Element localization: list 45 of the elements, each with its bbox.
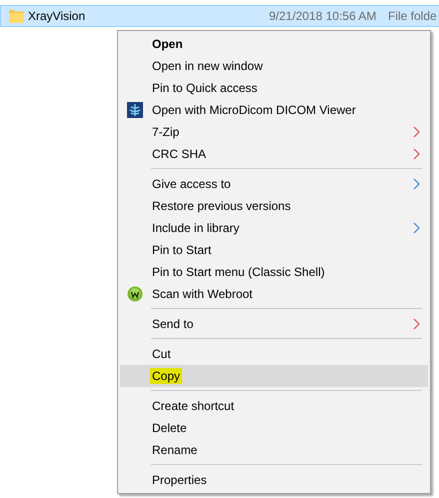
menu-item-label: Pin to Start — [152, 243, 212, 257]
menu-item-label: Copy — [150, 368, 182, 384]
menu-item-label: Open in new window — [152, 59, 263, 73]
menu-item-label: Properties — [152, 473, 207, 487]
menu-item[interactable]: CRC SHA — [120, 143, 428, 165]
menu-item[interactable]: Restore previous versions — [120, 195, 428, 217]
menu-item[interactable]: Send to — [120, 313, 428, 335]
menu-item[interactable]: Open in new window — [120, 55, 428, 77]
menu-item[interactable]: Delete — [120, 417, 428, 439]
menu-item-label: Open with MicroDicom DICOM Viewer — [152, 103, 356, 117]
menu-item[interactable]: Rename — [120, 439, 428, 461]
menu-item-label: Send to — [152, 317, 194, 331]
menu-item[interactable]: Create shortcut — [120, 395, 428, 417]
menu-item[interactable]: Pin to Start menu (Classic Shell) — [120, 261, 428, 283]
menu-item[interactable]: Pin to Quick access — [120, 77, 428, 99]
webroot-icon — [127, 286, 143, 302]
file-type: File folde — [388, 9, 437, 23]
menu-item[interactable]: Open with MicroDicom DICOM Viewer — [120, 99, 428, 121]
file-name: XrayVision — [28, 9, 86, 23]
menu-item-label: Delete — [152, 421, 187, 435]
menu-item-label: Create shortcut — [152, 399, 234, 413]
menu-item[interactable]: Give access to — [120, 173, 428, 195]
menu-item[interactable]: Open — [120, 33, 428, 55]
menu-item-label: Scan with Webroot — [152, 287, 252, 301]
file-row[interactable]: XrayVision 9/21/2018 10:56 AM File folde — [0, 5, 439, 27]
menu-item-label: Pin to Start menu (Classic Shell) — [152, 265, 325, 279]
menu-item-label: 7-Zip — [152, 125, 180, 139]
menu-item[interactable]: Pin to Start — [120, 239, 428, 261]
folder-icon — [9, 9, 24, 23]
menu-item-label: Give access to — [152, 177, 231, 191]
menu-item-label: Open — [152, 37, 183, 51]
menu-item[interactable]: Include in library — [120, 217, 428, 239]
menu-item[interactable]: Scan with Webroot — [120, 283, 428, 305]
menu-item-label: Restore previous versions — [152, 199, 291, 213]
menu-item[interactable]: 7-Zip — [120, 121, 428, 143]
date-modified: 9/21/2018 10:56 AM — [269, 9, 376, 23]
menu-item-label: Include in library — [152, 221, 240, 235]
menu-item[interactable]: Properties — [120, 469, 428, 491]
menu-item-label: Cut — [152, 347, 171, 361]
menu-item[interactable]: Copy — [120, 365, 428, 387]
xray-icon — [127, 102, 143, 118]
menu-item-label: Rename — [152, 443, 198, 457]
menu-item-label: Pin to Quick access — [152, 81, 258, 95]
menu-item-label: CRC SHA — [152, 147, 206, 161]
menu-item[interactable]: Cut — [120, 343, 428, 365]
